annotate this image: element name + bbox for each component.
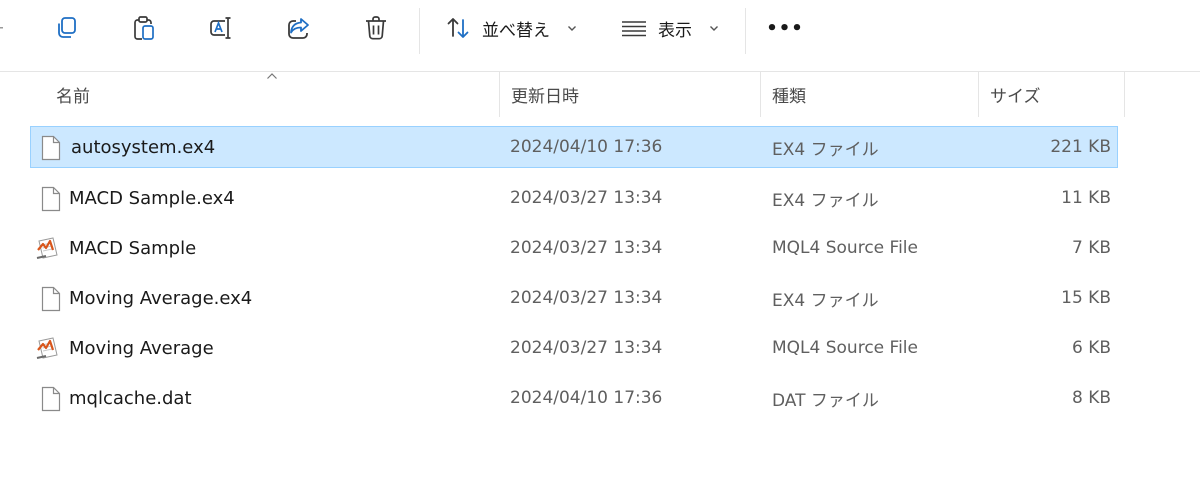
file-row[interactable]: mqlcache.dat 2024/04/10 17:36 DAT ファイル 8… bbox=[30, 377, 1118, 419]
file-name: Moving Average.ex4 bbox=[69, 287, 253, 309]
more-options-button[interactable]: ••• bbox=[765, 8, 805, 48]
paste-button[interactable] bbox=[124, 8, 164, 48]
column-header-size[interactable]: サイズ bbox=[990, 72, 1120, 117]
file-name: autosystem.ex4 bbox=[71, 136, 216, 158]
toolbar-separator bbox=[419, 8, 420, 54]
view-menu-button[interactable]: 表示 bbox=[620, 10, 720, 46]
mql4-source-icon bbox=[36, 337, 58, 359]
more-options-icon: ••• bbox=[766, 17, 804, 39]
mql4-source-icon bbox=[36, 237, 58, 259]
file-name: Moving Average bbox=[69, 337, 214, 359]
toolbar-separator bbox=[745, 8, 746, 54]
column-resize-handle[interactable] bbox=[1124, 72, 1125, 117]
column-header-type[interactable]: 種類 bbox=[772, 72, 972, 117]
file-name: mqlcache.dat bbox=[69, 387, 192, 409]
file-type: MQL4 Source File bbox=[772, 238, 918, 258]
file-type: EX4 ファイル bbox=[772, 290, 879, 311]
file-size: 15 KB bbox=[1061, 288, 1111, 308]
file-row[interactable]: Moving Average.ex4 2024/03/27 13:34 EX4 … bbox=[30, 277, 1118, 319]
column-resize-handle[interactable] bbox=[499, 72, 500, 117]
file-size: 221 KB bbox=[1050, 137, 1111, 157]
file-row[interactable]: autosystem.ex4 2024/04/10 17:36 EX4 ファイル… bbox=[30, 126, 1118, 168]
file-size: 7 KB bbox=[1071, 238, 1111, 258]
rename-button[interactable] bbox=[201, 8, 241, 48]
column-resize-handle[interactable] bbox=[760, 72, 761, 117]
column-resize-handle[interactable] bbox=[978, 72, 979, 117]
view-menu-label: 表示 bbox=[658, 20, 692, 41]
sort-icon bbox=[447, 18, 469, 38]
sort-menu-button[interactable]: 並べ替え bbox=[444, 10, 578, 46]
file-type: DAT ファイル bbox=[772, 390, 879, 411]
file-modified: 2024/03/27 13:34 bbox=[510, 188, 663, 208]
trash-icon bbox=[366, 16, 386, 40]
chevron-down-icon bbox=[568, 26, 576, 31]
file-row[interactable]: MACD Sample 2024/03/27 13:34 MQL4 Source… bbox=[30, 227, 1118, 269]
file-name: MACD Sample.ex4 bbox=[69, 187, 235, 209]
copy-icon bbox=[58, 17, 76, 38]
column-header-row: 名前 更新日時 種類 サイズ bbox=[0, 72, 1200, 117]
file-modified: 2024/03/27 13:34 bbox=[510, 238, 663, 258]
file-row[interactable]: Moving Average 2024/03/27 13:34 MQL4 Sou… bbox=[30, 327, 1118, 369]
file-size: 6 KB bbox=[1071, 338, 1111, 358]
file-modified: 2024/04/10 17:36 bbox=[510, 388, 663, 408]
share-button[interactable] bbox=[279, 8, 319, 48]
file-modified: 2024/03/27 13:34 bbox=[510, 288, 663, 308]
command-bar: 並べ替え 表示 ••• bbox=[0, 0, 1200, 72]
column-header-modified[interactable]: 更新日時 bbox=[511, 72, 756, 117]
file-type: EX4 ファイル bbox=[772, 190, 879, 211]
sort-menu-label: 並べ替え bbox=[482, 20, 550, 41]
blank-file-icon bbox=[41, 186, 61, 212]
copy-button[interactable] bbox=[46, 8, 86, 48]
share-icon bbox=[288, 18, 309, 39]
blank-file-icon bbox=[41, 135, 61, 161]
rename-icon bbox=[210, 17, 231, 39]
file-size: 8 KB bbox=[1071, 388, 1111, 408]
view-list-icon bbox=[622, 21, 646, 37]
file-type: EX4 ファイル bbox=[772, 139, 879, 160]
file-name: MACD Sample bbox=[69, 237, 197, 259]
file-type: MQL4 Source File bbox=[772, 338, 918, 358]
column-header-name[interactable]: 名前 bbox=[56, 72, 496, 117]
blank-file-icon bbox=[41, 386, 61, 412]
chevron-down-icon bbox=[710, 26, 718, 31]
file-modified: 2024/03/27 13:34 bbox=[510, 338, 663, 358]
file-modified: 2024/04/10 17:36 bbox=[510, 137, 663, 157]
paste-icon bbox=[134, 16, 154, 40]
file-size: 11 KB bbox=[1061, 188, 1111, 208]
blank-file-icon bbox=[41, 286, 61, 312]
delete-button[interactable] bbox=[356, 8, 396, 48]
left-edge-mark bbox=[0, 27, 3, 29]
file-row[interactable]: MACD Sample.ex4 2024/03/27 13:34 EX4 ファイ… bbox=[30, 177, 1118, 219]
